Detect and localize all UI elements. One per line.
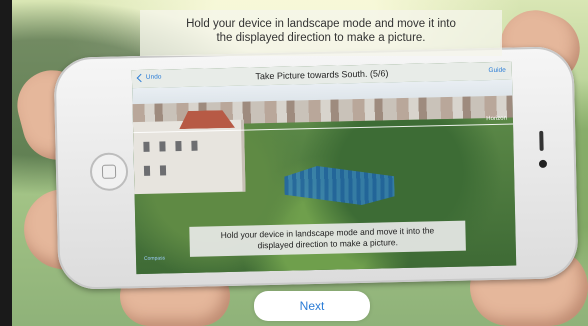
home-button[interactable]: [89, 152, 129, 192]
left-edge: [0, 0, 12, 326]
compass-label[interactable]: Compass: [144, 255, 165, 261]
camera-screen[interactable]: Horizon Undo Take Picture towards South.…: [131, 61, 517, 275]
front-camera: [538, 159, 548, 168]
chevron-left-icon: [136, 73, 146, 82]
phone-device: Horizon Undo Take Picture towards South.…: [53, 46, 579, 290]
guide-button[interactable]: Guide: [488, 67, 506, 74]
undo-label: Undo: [145, 73, 162, 81]
speaker-grille: [539, 130, 544, 151]
instruction-overlay: Hold your device in landscape mode and m…: [140, 10, 502, 56]
instruction-line: Hold your device in landscape mode and m…: [186, 18, 456, 30]
screen-instruction: Hold your device in landscape mode and m…: [189, 220, 466, 257]
horizon-label: Horizon: [486, 115, 507, 123]
instruction-line: the displayed direction to make a pictur…: [216, 32, 426, 44]
next-button[interactable]: Next: [254, 291, 370, 321]
undo-button[interactable]: Undo: [136, 73, 162, 82]
screen-title: Take Picture towards South. (5/6): [255, 68, 389, 82]
